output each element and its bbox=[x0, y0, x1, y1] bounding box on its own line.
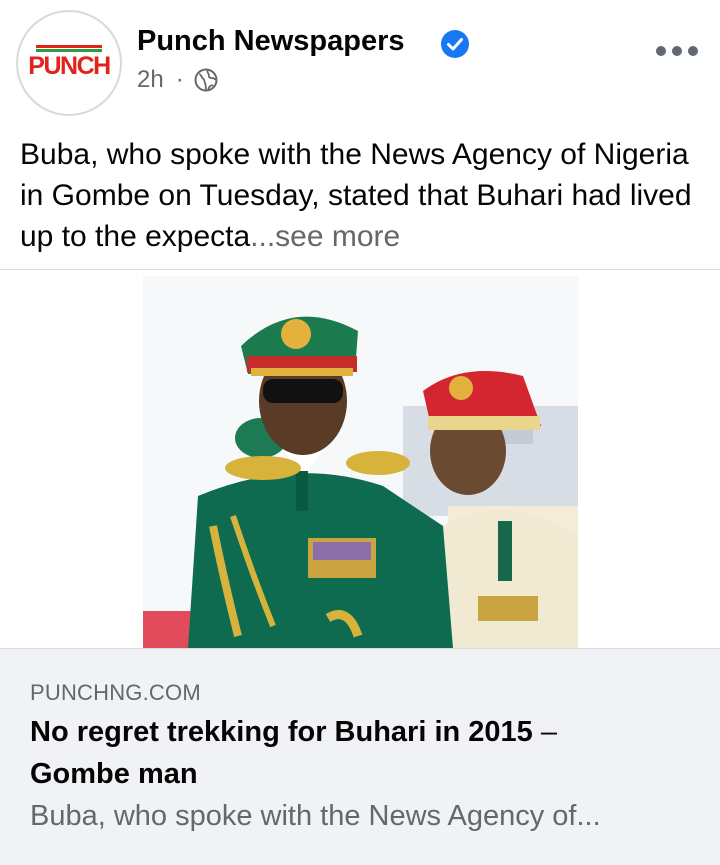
post-body-text: Buba, who spoke with the News Agency of … bbox=[20, 134, 710, 257]
page-name-link[interactable]: Punch Newspapers bbox=[137, 25, 405, 58]
post-meta: 2h · bbox=[137, 66, 218, 94]
logo-red-bar bbox=[36, 45, 102, 48]
globe-icon bbox=[194, 68, 218, 92]
more-options-icon[interactable] bbox=[654, 38, 700, 64]
meta-separator: · bbox=[175, 66, 184, 93]
post-header: PUNCH Punch Newspapers 2h · bbox=[0, 0, 720, 122]
link-title[interactable]: No regret trekking for Buhari in 2015 – … bbox=[30, 711, 670, 795]
see-more-link[interactable]: ...see more bbox=[250, 220, 400, 253]
punch-logo: PUNCH bbox=[24, 45, 114, 81]
link-title-cont: Gombe man bbox=[30, 758, 198, 790]
link-description: Buba, who spoke with the News Agency of.… bbox=[30, 800, 601, 832]
divider bbox=[0, 269, 720, 270]
post-photo bbox=[143, 276, 578, 648]
page-avatar[interactable]: PUNCH bbox=[16, 10, 122, 116]
link-domain: PUNCHNG.COM bbox=[30, 680, 201, 705]
post-timestamp[interactable]: 2h bbox=[137, 66, 164, 94]
link-title-dash: – bbox=[532, 716, 557, 748]
post-image[interactable] bbox=[143, 276, 578, 648]
verified-badge-icon bbox=[441, 30, 469, 58]
logo-text: PUNCH bbox=[28, 52, 111, 80]
link-title-main: No regret trekking for Buhari in 2015 bbox=[30, 716, 533, 748]
